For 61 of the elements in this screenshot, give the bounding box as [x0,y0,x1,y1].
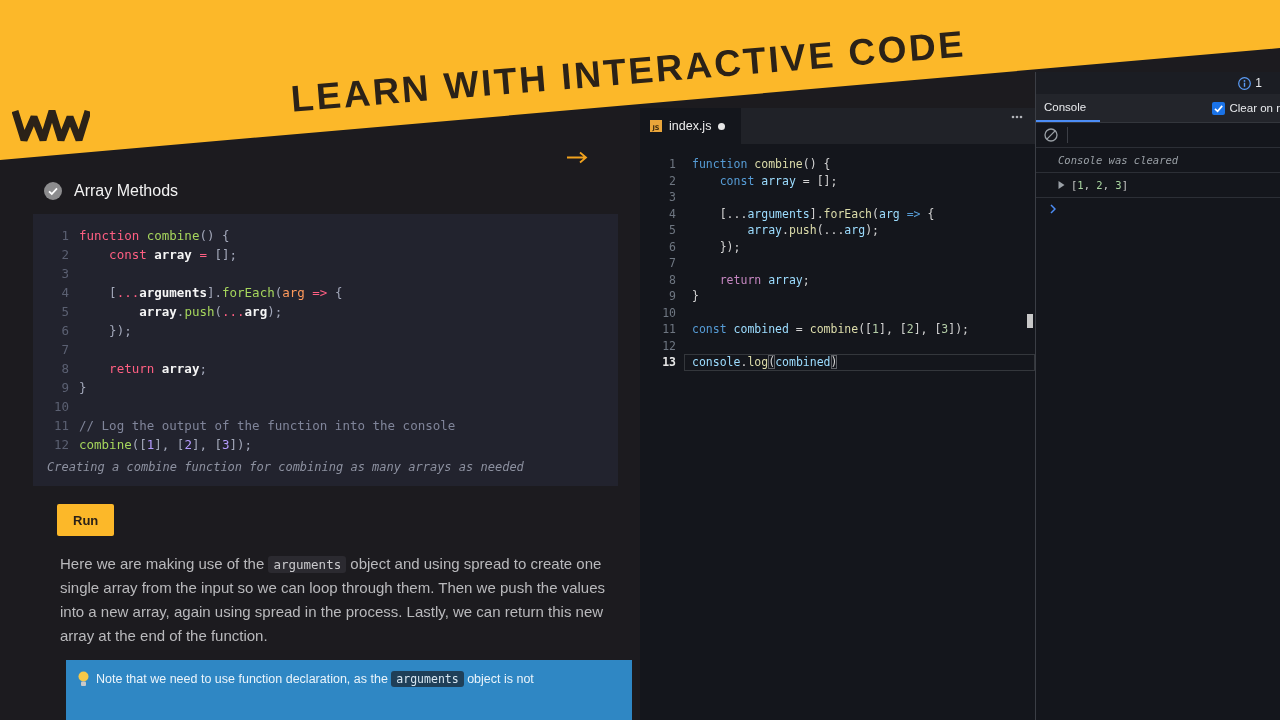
triangle-right-icon[interactable] [1058,181,1065,189]
line-number: 11 [661,321,676,338]
line-number: 13 [661,354,676,371]
info-icon [1238,76,1252,90]
line-number: 7 [60,341,69,359]
code-line: array.push(...arg); [138,303,283,321]
line-number: 3 [668,189,676,206]
code-line: }); [718,238,742,255]
console-tab[interactable]: Console [1036,94,1101,122]
run-button[interactable]: Run [57,504,115,536]
lesson-title: Array Methods [74,182,179,200]
line-number: 1 [60,227,69,245]
line-number: 9 [60,379,69,397]
scrollbar-thumb[interactable] [1027,314,1033,328]
checkbox[interactable] [1211,101,1225,115]
checkbox-label: Clear on r [1229,102,1280,114]
code-line: function combine() { [79,227,230,245]
line-number: 5 [668,222,676,239]
code-line: const array = []; [718,172,839,189]
line-number: 2 [668,172,676,189]
line-number: 8 [668,271,676,288]
console-message: Console was cleared [1058,153,1179,167]
code-caption: Creating a combine function for combining as many arrays as needed [47,459,525,476]
lightbulb-icon [78,671,89,687]
line-number: 7 [668,255,676,272]
code-line: array.push(...arg); [746,222,880,239]
line-number: 5 [60,303,69,321]
line-number: 10 [661,304,676,321]
line-number: 4 [60,284,69,302]
code-line: } [79,379,87,397]
lesson-paragraph: Here we are making use of the arguments object and using spread to create one single array from the input so we can loop through them. Then we push the values into a new array, again using spread in the process. Lastly, we can return this new array at the end of the function. [60,554,607,646]
line-number: 10 [52,398,69,416]
code-line: [...arguments].forEach(arg => { [718,205,936,222]
code-line: return array; [108,360,207,378]
line-number: 9 [668,288,676,305]
line-number: 12 [661,337,676,354]
code-line: function combine() { [691,156,832,173]
line-number: 8 [60,360,69,378]
code-line: } [691,288,700,305]
arrow-icon[interactable] [566,151,588,164]
console-output: [1, 2, 3] [1071,178,1128,192]
line-number: 11 [52,417,69,435]
circle-slash-icon[interactable] [1044,128,1058,142]
line-number: 2 [60,246,69,264]
line-number: 12 [52,436,69,454]
line-number: 6 [668,238,676,255]
more-icon[interactable] [1011,115,1023,119]
code-line: [...arguments].forEach(arg => { [108,284,343,302]
code-line: combine([1], [2], [3]); [79,436,253,454]
note-text: Note that we need to use function declaration, as the arguments object is not [96,671,534,687]
code-line: const combined = combine([1], [2], [3]); [691,321,971,338]
code-line: // Log the output of the function into the console [79,417,456,435]
line-number: 4 [668,205,676,222]
info-count: 1 [1255,76,1262,90]
code-line: const array = []; [108,246,238,264]
line-number: 6 [60,322,69,340]
prompt-chevron-icon [1050,204,1056,214]
line-number: 3 [60,265,69,283]
code-line: }); [108,322,132,340]
line-number: 1 [668,156,676,173]
code-line: return array; [718,271,811,288]
